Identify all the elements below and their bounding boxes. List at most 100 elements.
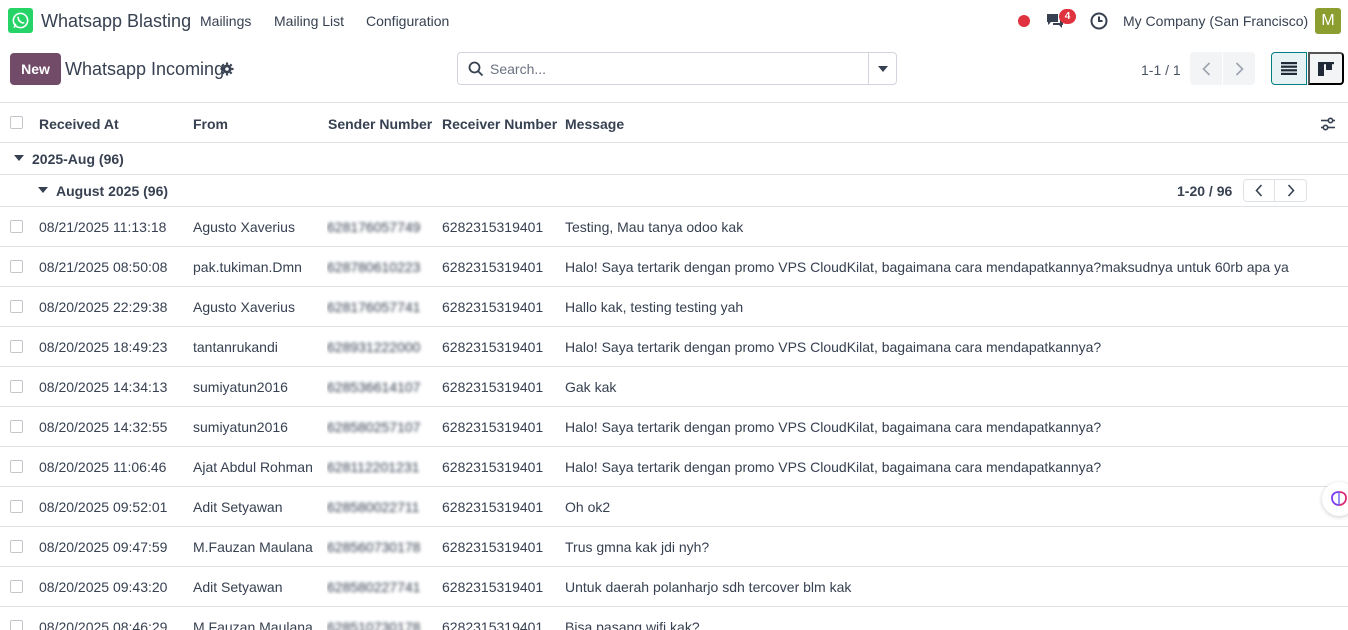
- whatsapp-logo-icon[interactable]: [8, 8, 33, 33]
- user-avatar[interactable]: M: [1315, 8, 1341, 34]
- row-checkbox[interactable]: [10, 620, 23, 630]
- pager-previous-button[interactable]: [1190, 52, 1222, 85]
- top-navbar: Whatsapp Blasting Mailings Mailing List …: [0, 0, 1348, 42]
- caret-down-icon: [878, 65, 888, 72]
- cell-from: sumiyatun2016: [193, 419, 288, 435]
- row-checkbox[interactable]: [10, 380, 23, 393]
- table-row[interactable]: 08/20/2025 09:52:01 Adit Setyawan 62858002…: [0, 487, 1348, 527]
- cell-message: Untuk daerah polanharjo sdh tercover blm…: [565, 579, 852, 595]
- table-row[interactable]: 08/20/2025 08:46:29 M.Fauzan Maulana 62851…: [0, 607, 1348, 630]
- cell-sender-number: 628560730178: [327, 539, 421, 555]
- row-checkbox[interactable]: [10, 420, 23, 433]
- cell-from: Agusto Xaverius: [193, 299, 295, 315]
- column-message[interactable]: Message: [565, 116, 624, 132]
- activity-clock-icon[interactable]: [1090, 12, 1108, 30]
- cell-received-at: 08/20/2025 09:47:59: [39, 539, 168, 555]
- cell-receiver-number: 6282315319401: [442, 619, 544, 630]
- column-received-at[interactable]: Received At: [39, 116, 119, 132]
- chevron-left-icon: [1201, 61, 1210, 76]
- search-options-toggle[interactable]: [868, 53, 897, 84]
- table-row[interactable]: 08/21/2025 11:13:18 Agusto Xaverius 628176…: [0, 207, 1348, 247]
- table-row[interactable]: 08/20/2025 09:47:59 M.Fauzan Maulana 62856…: [0, 527, 1348, 567]
- chevron-right-icon: [1287, 184, 1295, 197]
- cell-received-at: 08/20/2025 14:34:13: [39, 379, 168, 395]
- table-row[interactable]: 08/20/2025 11:06:46 Ajat Abdul Rohman 6281…: [0, 447, 1348, 487]
- cell-sender-number: 628580022711: [327, 499, 420, 515]
- row-checkbox[interactable]: [10, 580, 23, 593]
- cell-from: Agusto Xaverius: [193, 219, 295, 235]
- table-row[interactable]: 08/20/2025 14:32:55 sumiyatun2016 62858025…: [0, 407, 1348, 447]
- cell-sender-number: 628112201231: [327, 459, 420, 475]
- group-pager-previous-button[interactable]: [1243, 179, 1275, 202]
- cell-from: M.Fauzan Maulana: [193, 539, 313, 555]
- search-input[interactable]: [490, 59, 860, 79]
- cell-received-at: 08/20/2025 09:52:01: [39, 499, 168, 515]
- menu-mailing-list[interactable]: Mailing List: [274, 13, 344, 29]
- row-checkbox[interactable]: [10, 340, 23, 353]
- row-checkbox[interactable]: [10, 500, 23, 513]
- cell-receiver-number: 6282315319401: [442, 419, 544, 435]
- pager-next-button[interactable]: [1223, 52, 1255, 85]
- brain-icon: [1331, 491, 1347, 506]
- column-from[interactable]: From: [193, 116, 228, 132]
- cell-from: Adit Setyawan: [193, 499, 283, 515]
- row-checkbox[interactable]: [10, 220, 23, 233]
- cell-from: Adit Setyawan: [193, 579, 283, 595]
- list-view-button[interactable]: [1271, 52, 1307, 85]
- ai-assistant-button[interactable]: [1322, 482, 1348, 516]
- row-checkbox[interactable]: [10, 540, 23, 553]
- cell-message: Halo! Saya tertarik dengan promo VPS Clo…: [565, 419, 1102, 435]
- row-checkbox[interactable]: [10, 260, 23, 273]
- cell-sender-number: 628780610223: [327, 259, 421, 275]
- cell-from: Ajat Abdul Rohman: [193, 459, 313, 475]
- group-row-month[interactable]: August 2025 (96) 1-20 / 96: [0, 175, 1348, 207]
- menu-configuration[interactable]: Configuration: [366, 13, 449, 29]
- group-label-year: 2025-Aug (96): [32, 151, 124, 167]
- column-sender-number[interactable]: Sender Number: [328, 116, 432, 132]
- kanban-view-icon: [1318, 61, 1334, 76]
- new-button[interactable]: New: [10, 53, 61, 85]
- cell-from: sumiyatun2016: [193, 379, 288, 395]
- list-header: Received At From Sender Number Receiver …: [0, 102, 1348, 143]
- optional-columns-icon[interactable]: [1320, 116, 1336, 132]
- cell-receiver-number: 6282315319401: [442, 219, 544, 235]
- cell-from: pak.tukiman.Dmn: [193, 259, 302, 275]
- cell-sender-number: 628176057741: [327, 299, 421, 315]
- cell-sender-number: 628510730178: [327, 619, 421, 630]
- row-checkbox[interactable]: [10, 300, 23, 313]
- table-row[interactable]: 08/20/2025 09:43:20 Adit Setyawan 62858022…: [0, 567, 1348, 607]
- table-row[interactable]: 08/20/2025 18:49:23 tantanrukandi 62893122…: [0, 327, 1348, 367]
- group-pager-next-button[interactable]: [1275, 179, 1307, 202]
- cell-receiver-number: 6282315319401: [442, 579, 544, 595]
- cell-receiver-number: 6282315319401: [442, 379, 544, 395]
- list-view-icon: [1281, 62, 1297, 75]
- gear-icon[interactable]: [220, 62, 234, 76]
- app-name[interactable]: Whatsapp Blasting: [41, 11, 191, 32]
- table-row[interactable]: 08/20/2025 22:29:38 Agusto Xaverius 628176…: [0, 287, 1348, 327]
- company-switcher[interactable]: My Company (San Francisco): [1123, 13, 1308, 29]
- cell-message: Halo! Saya tertarik dengan promo VPS Clo…: [565, 339, 1102, 355]
- cell-receiver-number: 6282315319401: [442, 539, 544, 555]
- search-bar: [457, 52, 897, 85]
- cell-received-at: 08/20/2025 08:46:29: [39, 619, 168, 630]
- cell-sender-number: 628536614107: [327, 379, 421, 395]
- table-row[interactable]: 08/20/2025 14:34:13 sumiyatun2016 62853661…: [0, 367, 1348, 407]
- cell-sender-number: 628580227741: [327, 579, 421, 595]
- row-checkbox[interactable]: [10, 460, 23, 473]
- cell-sender-number: 628176057749: [327, 219, 421, 235]
- kanban-view-button[interactable]: [1308, 52, 1344, 85]
- recording-status-icon[interactable]: [1018, 15, 1030, 27]
- cell-message: Trus gmna kak jdi nyh?: [565, 539, 710, 555]
- cell-receiver-number: 6282315319401: [442, 459, 544, 475]
- column-receiver-number[interactable]: Receiver Number: [442, 116, 557, 132]
- chat-count-badge: 4: [1059, 9, 1076, 24]
- page-title: Whatsapp Incoming: [65, 59, 225, 79]
- cell-received-at: 08/20/2025 09:43:20: [39, 579, 168, 595]
- group-row-year[interactable]: 2025-Aug (96): [0, 143, 1348, 175]
- table-row[interactable]: 08/21/2025 08:50:08 pak.tukiman.Dmn 628780…: [0, 247, 1348, 287]
- pager-value[interactable]: 1-1 / 1: [1141, 62, 1181, 78]
- search-icon: [468, 61, 484, 77]
- menu-mailings[interactable]: Mailings: [200, 13, 251, 29]
- select-all-checkbox[interactable]: [10, 116, 23, 129]
- group-pager-value[interactable]: 1-20 / 96: [1177, 183, 1232, 199]
